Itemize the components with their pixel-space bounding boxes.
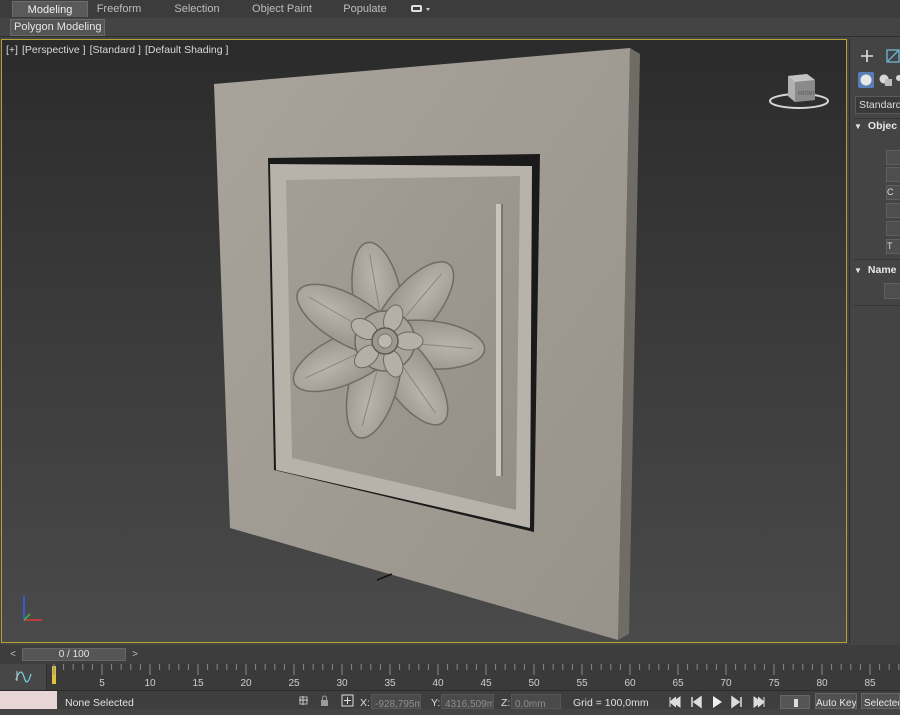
track-tick-label: 50 [528, 678, 540, 689]
auto-key-button[interactable]: Auto Key [815, 693, 857, 709]
viewport-shading-menu[interactable]: [Default Shading ] [145, 44, 228, 56]
track-tick-label: 15 [192, 678, 204, 689]
track-tick-label: 55 [576, 678, 588, 689]
polygon-modeling-button[interactable]: Polygon Modeling [10, 19, 106, 36]
viewport-plus-menu[interactable]: [+] [6, 44, 18, 56]
viewcube-face-label: FRONT [798, 91, 815, 97]
object-button-5[interactable] [886, 221, 900, 236]
object-category-dropdown[interactable]: Standard [855, 96, 900, 114]
ribbon-options-icon [411, 5, 430, 12]
object-type-rollout-label: Objec [867, 120, 898, 132]
track-bar[interactable]: 5 10 15 20 25 30 35 40 45 50 55 60 65 70 75 80 85 [0, 664, 900, 690]
track-tick-label: 65 [672, 678, 684, 689]
object-button-4[interactable] [886, 203, 900, 218]
name-color-rollout[interactable]: ▼ Name [854, 262, 900, 279]
track-tick-label: 45 [480, 678, 492, 689]
maxscript-listener[interactable] [0, 691, 57, 709]
lock-selection-icon[interactable] [318, 694, 331, 707]
y-coord-label: Y: [431, 697, 441, 709]
object-type-rollout[interactable]: ▼ Objec [854, 118, 900, 135]
panel-divider [854, 305, 900, 306]
name-color-rollout-label: Name [867, 264, 897, 276]
track-tick-label: 60 [624, 678, 636, 689]
modify-tab-icon[interactable] [885, 48, 900, 64]
absolute-mode-icon[interactable] [341, 694, 354, 707]
tab-selection[interactable]: Selection [166, 1, 228, 17]
x-coord-label: X: [360, 697, 370, 709]
viewcube-icon[interactable]: FRONT [767, 68, 831, 112]
go-to-start-icon[interactable] [668, 695, 682, 709]
viewport-scene [23, 48, 640, 640]
track-tick-label: 35 [384, 678, 396, 689]
command-panel: Standard ▼ Objec C T ▼ Name [849, 39, 900, 643]
viewport-pov-menu[interactable]: [Perspective ] [22, 44, 86, 56]
object-name-field[interactable] [884, 283, 900, 299]
object-button-3[interactable]: C [886, 185, 900, 200]
create-tab-icon[interactable] [859, 48, 875, 64]
lights-icon[interactable] [896, 72, 900, 88]
next-frame-icon[interactable] [730, 695, 744, 709]
ribbon-options-dropdown[interactable] [410, 3, 432, 15]
ribbon-panel: Polygon Modeling [0, 18, 900, 37]
play-icon[interactable] [710, 695, 724, 709]
go-to-end-icon[interactable] [752, 695, 766, 709]
track-tick-label: 30 [336, 678, 348, 689]
track-tick-label: 25 [288, 678, 300, 689]
time-slider-next-button[interactable]: > [128, 648, 142, 661]
object-button-2[interactable] [886, 167, 900, 182]
previous-frame-icon[interactable] [689, 695, 703, 709]
edge-artifact [376, 573, 393, 581]
z-coord-label: Z: [501, 697, 511, 709]
viewport-label-menu[interactable]: [+] [Perspective ] [Standard ] [Default Sha… [6, 44, 232, 56]
shapes-icon[interactable] [878, 72, 894, 88]
tab-freeform[interactable]: Freeform [88, 1, 150, 17]
vertical-slot [496, 204, 501, 476]
tab-populate[interactable]: Populate [336, 1, 394, 17]
status-bar: None Selected X: -928,795m Y: 4316,509m … [0, 690, 900, 709]
curve-editor-icon [15, 671, 32, 683]
grid-size: Grid = 100,0mm [573, 697, 649, 709]
axis-tripod-icon [23, 596, 42, 621]
tab-modeling[interactable]: Modeling [12, 1, 88, 17]
time-slider-prev-button[interactable]: < [6, 648, 20, 661]
track-tick-label: 85 [864, 678, 876, 689]
track-tick-label: 75 [768, 678, 780, 689]
time-slider[interactable]: < 0 / 100 > [0, 645, 900, 664]
z-coord-field[interactable]: 0,0mm [511, 694, 561, 709]
object-button-6[interactable]: T [886, 239, 900, 254]
track-bar-ruler[interactable]: 5 10 15 20 25 30 35 40 45 50 55 60 65 70 75 80 85 [50, 664, 900, 690]
track-tick-label: 10 [144, 678, 156, 689]
selection-status: None Selected [65, 697, 134, 709]
isolate-icon[interactable] [297, 694, 310, 707]
track-tick-label: 80 [816, 678, 828, 689]
curve-editor-toggle[interactable] [0, 664, 47, 690]
object-button-1[interactable] [886, 150, 900, 165]
tab-object-paint[interactable]: Object Paint [246, 1, 318, 17]
track-tick-label: 20 [240, 678, 252, 689]
y-coord-field[interactable]: 4316,509m [441, 694, 494, 709]
track-tick-label: 5 [99, 678, 105, 689]
perspective-viewport[interactable]: [+] [Perspective ] [Standard ] [Default Sha… [1, 39, 847, 643]
time-slider-handle[interactable]: 0 / 100 [22, 648, 126, 661]
set-key-button[interactable] [780, 695, 810, 709]
x-coord-field[interactable]: -928,795m [371, 694, 421, 709]
key-filter-selected[interactable]: Selected [861, 693, 900, 709]
track-tick-label: 40 [432, 678, 444, 689]
ribbon-tabs: Modeling Freeform Selection Object Paint… [0, 0, 900, 19]
geometry-icon[interactable] [858, 72, 874, 88]
viewport-standard-menu[interactable]: [Standard ] [90, 44, 141, 56]
panel-divider [854, 259, 900, 260]
track-tick-label: 70 [720, 678, 732, 689]
